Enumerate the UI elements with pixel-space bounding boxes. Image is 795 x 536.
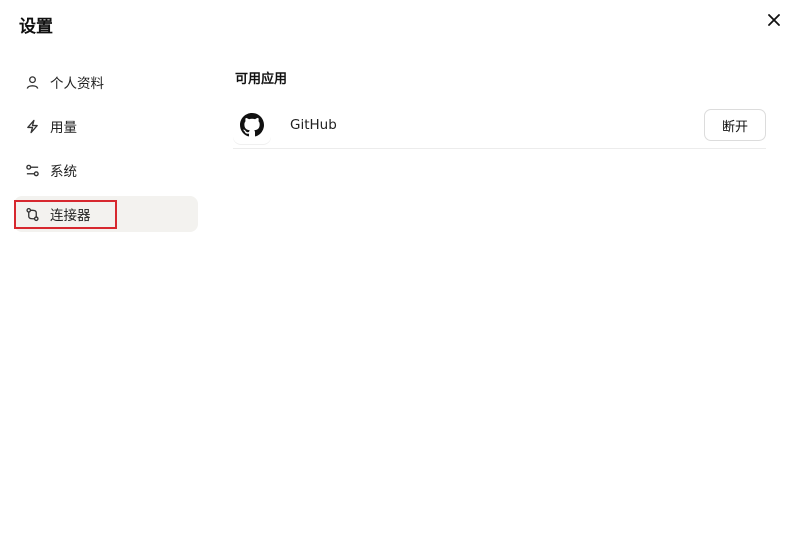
close-button[interactable] <box>764 10 784 30</box>
app-name: GitHub <box>290 116 337 133</box>
sidebar-item-system[interactable]: 系统 <box>14 152 198 188</box>
sidebar-item-profile[interactable]: 个人资料 <box>14 64 198 100</box>
main-content: 可用应用 GitHub 断开 <box>233 68 766 149</box>
sidebar-item-label: 系统 <box>50 164 77 180</box>
app-row: GitHub 断开 <box>233 105 766 149</box>
sidebar-item-usage[interactable]: 用量 <box>14 108 198 144</box>
lightning-icon <box>24 118 40 134</box>
sidebar-item-connectors[interactable]: 连接器 <box>14 196 198 232</box>
user-icon <box>24 74 40 90</box>
close-icon <box>768 14 780 26</box>
disconnect-button[interactable]: 断开 <box>704 109 766 141</box>
sliders-icon <box>24 162 40 178</box>
dialog-title: 设置 <box>19 17 53 37</box>
settings-dialog: 设置 个人资料 用量 系统 连接器 可用应用 GitHub 断开 <box>0 0 795 536</box>
sidebar-item-label: 用量 <box>50 120 77 136</box>
git-compare-icon <box>24 206 40 222</box>
sidebar-item-label: 连接器 <box>50 208 91 224</box>
sidebar-item-label: 个人资料 <box>50 76 104 92</box>
github-icon <box>233 105 271 144</box>
section-title: 可用应用 <box>235 72 288 87</box>
sidebar: 个人资料 用量 系统 连接器 <box>14 64 198 240</box>
